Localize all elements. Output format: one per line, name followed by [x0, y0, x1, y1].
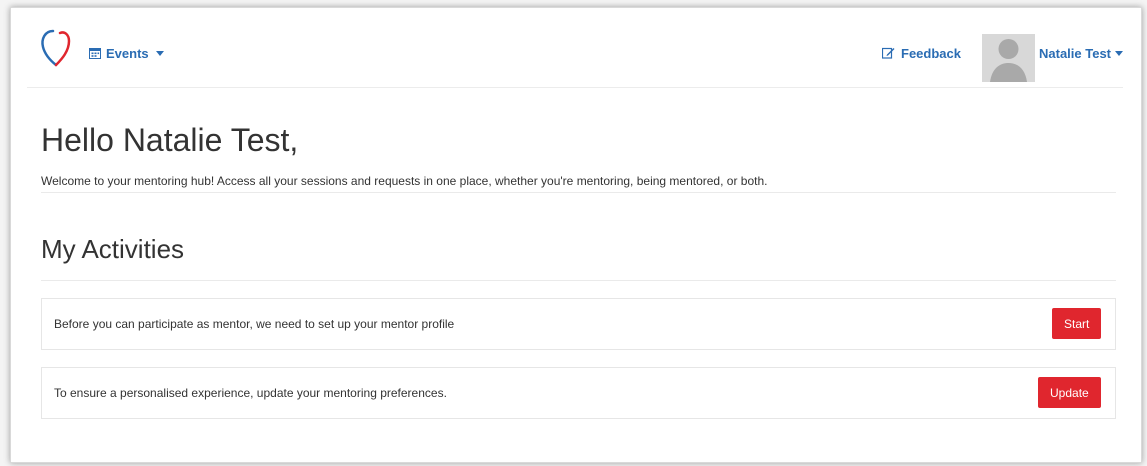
page-frame: Events Feedback Natalie Test Hello Natal… [10, 7, 1142, 463]
events-label: Events [106, 45, 149, 61]
divider [41, 280, 1116, 281]
greeting-heading: Hello Natalie Test, [41, 122, 299, 158]
update-button[interactable]: Update [1038, 377, 1101, 408]
avatar[interactable] [982, 34, 1035, 82]
activity-text: Before you can participate as mentor, we… [54, 317, 455, 331]
start-button[interactable]: Start [1052, 308, 1102, 339]
activities-heading: My Activities [41, 234, 185, 264]
activity-text: To ensure a personalised experience, upd… [54, 386, 447, 400]
activity-row-mentor-profile: Before you can participate as mentor, we… [41, 298, 1116, 350]
activity-row-preferences: To ensure a personalised experience, upd… [41, 367, 1116, 419]
logo-heart-icon[interactable] [39, 27, 73, 69]
welcome-text: Welcome to your mentoring hub! Access al… [41, 174, 768, 188]
feedback-link[interactable]: Feedback [882, 43, 961, 63]
user-name-label: Natalie Test [1039, 45, 1112, 61]
calendar-icon [89, 48, 101, 59]
feedback-label: Feedback [901, 45, 961, 61]
caret-down-icon [1115, 50, 1124, 56]
edit-icon [882, 47, 895, 59]
divider [41, 192, 1116, 193]
top-navbar: Events Feedback Natalie Test [27, 21, 1124, 88]
user-silhouette-icon [982, 34, 1035, 82]
events-dropdown[interactable]: Events [89, 43, 164, 63]
user-menu-dropdown[interactable]: Natalie Test [1039, 43, 1124, 63]
caret-down-icon [155, 50, 164, 56]
